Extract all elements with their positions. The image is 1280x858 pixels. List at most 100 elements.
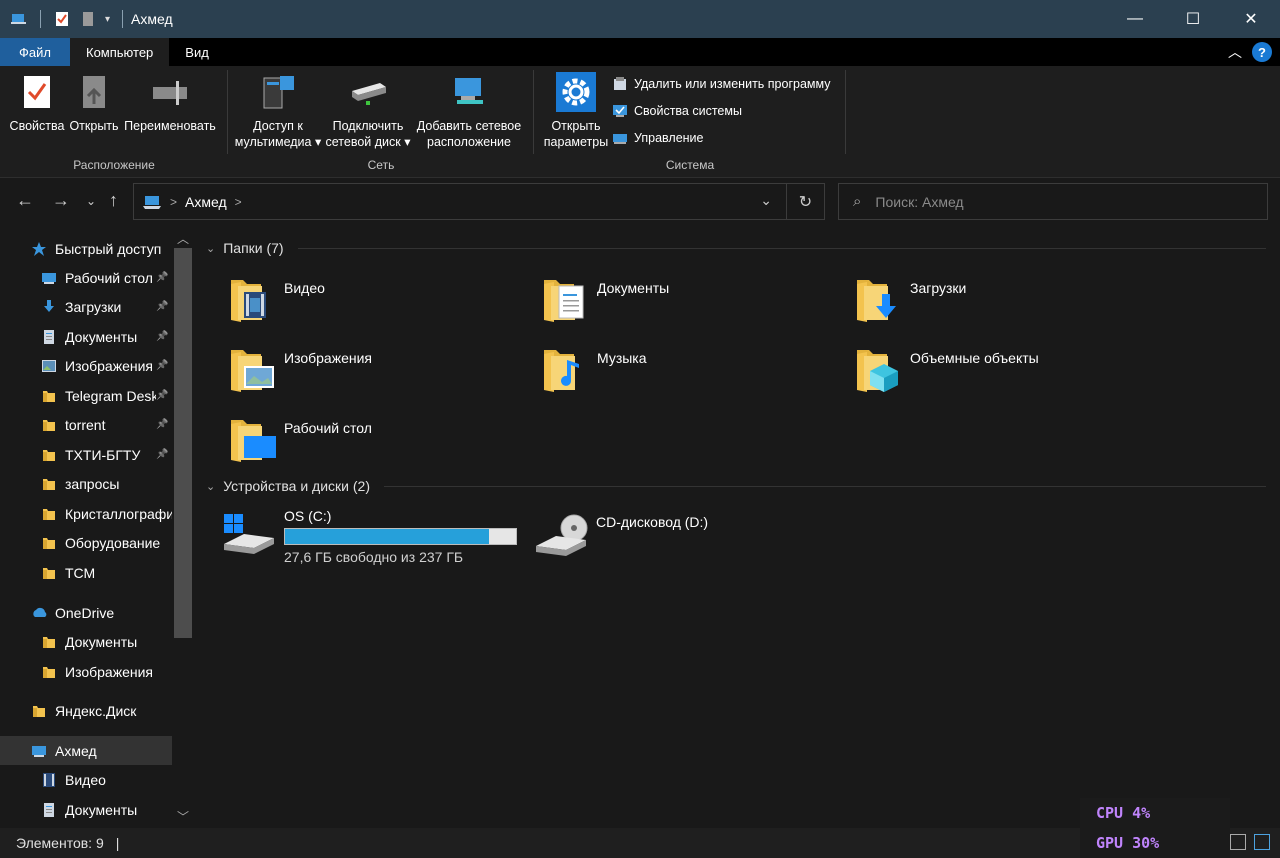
map-network-drive-button[interactable]: Подключить сетевой диск ▾	[324, 72, 412, 150]
minimize-button[interactable]: —	[1106, 0, 1164, 38]
uninstall-program-button[interactable]: Удалить или изменить программу	[612, 76, 831, 92]
add-network-location-button[interactable]: Добавить сетевое расположение	[412, 72, 526, 150]
back-arrow-icon[interactable]: ←	[16, 190, 34, 211]
folder-item[interactable]: Документы	[541, 272, 669, 324]
folder-icon	[41, 634, 57, 650]
sidebar-item[interactable]: Изображения 📌	[0, 351, 172, 380]
address-bar[interactable]: > Ахмед > ⌄ ↻	[133, 183, 825, 220]
sidebar-item[interactable]: Документы	[0, 627, 172, 656]
sidebar-item-label: Оборудование	[65, 534, 161, 551]
folder-item[interactable]: Объемные объекты	[854, 342, 1039, 394]
close-button[interactable]: ✕	[1222, 0, 1280, 38]
tab-file[interactable]: Файл	[0, 38, 70, 66]
folder-item[interactable]: Рабочий стол	[228, 412, 372, 464]
sidebar-item[interactable]: ТХТИ-БГТУ 📌	[0, 440, 172, 469]
scrollbar-thumb[interactable]	[174, 248, 192, 638]
ribbon: Свойства Открыть Переименовать Расположе…	[0, 66, 1280, 178]
drive-name: OS (C:)	[284, 508, 332, 524]
sidebar-item[interactable]: Быстрый доступ	[0, 234, 172, 263]
large-icons-view-icon[interactable]	[1254, 834, 1270, 850]
address-dropdown-chevron-icon[interactable]: ⌄	[760, 192, 772, 209]
up-arrow-icon[interactable]: ↑	[109, 190, 118, 211]
sidebar-item[interactable]: Видео	[0, 765, 172, 794]
sidebar-item-label: Яндекс.Диск	[55, 702, 137, 719]
ribbon-group-system: Открыть параметры Удалить или изменить п…	[534, 66, 846, 178]
pictures-folder-icon	[231, 350, 274, 392]
folder-item[interactable]: Музыка	[541, 342, 647, 394]
folders-group-header[interactable]: ⌄ Папки (7)	[206, 240, 1266, 256]
sidebar-item[interactable]: Изображения	[0, 657, 172, 686]
recent-locations-chevron-icon[interactable]: ⌄	[86, 194, 96, 208]
collapse-chevron-icon[interactable]: ⌄	[206, 480, 215, 493]
sidebar-item-label: ТХТИ-БГТУ	[65, 446, 141, 463]
sidebar-item[interactable]: Кристаллография	[0, 499, 172, 528]
sidebar-item[interactable]: Telegram Desktop📌	[0, 381, 172, 410]
rename-button[interactable]: Переименовать	[122, 72, 218, 134]
drive-usage-fill	[285, 529, 490, 544]
drive-c[interactable]: OS (C:) 27,6 ГБ свободно из 237 ГБ	[222, 508, 517, 565]
sidebar-item-label: ТСМ	[65, 564, 96, 581]
collapse-ribbon-chevron-icon[interactable]: ︿	[1228, 42, 1242, 62]
open-button[interactable]: Открыть	[66, 72, 122, 134]
open-settings-button[interactable]: Открыть параметры	[538, 72, 614, 150]
folder-item[interactable]: Загрузки	[854, 272, 966, 324]
sidebar-item-label: Telegram Desktop	[65, 387, 156, 404]
sidebar-item[interactable]: torrent 📌	[0, 410, 172, 439]
search-box[interactable]: ⌕	[838, 183, 1268, 220]
drives-group-header[interactable]: ⌄ Устройства и диски (2)	[206, 478, 1266, 494]
refresh-icon[interactable]: ↻	[786, 184, 824, 219]
pin-icon: 📌	[156, 360, 169, 371]
folder-name: Объемные объекты	[910, 350, 1039, 366]
tab-computer[interactable]: Компьютер	[70, 38, 170, 66]
properties-button[interactable]: Свойства	[8, 72, 66, 134]
scroll-up-chevron-icon[interactable]: ︿	[172, 230, 194, 247]
sidebar-scrollbar[interactable]: ︿ ﹀	[172, 228, 194, 828]
breadcrumb-separator[interactable]: >	[170, 195, 177, 209]
3d-objects-folder-icon	[857, 350, 898, 392]
sidebar-item[interactable]: Документы	[0, 795, 172, 824]
sidebar-item-label: Изображения	[65, 663, 153, 680]
video-folder-icon	[231, 280, 266, 322]
sidebar-item[interactable]: Загрузки 📌	[0, 292, 172, 321]
rename-icon	[153, 81, 187, 105]
details-view-icon[interactable]	[1230, 834, 1246, 850]
drive-d[interactable]: CD-дисковод (D:)	[534, 512, 708, 562]
search-input[interactable]	[875, 193, 1236, 210]
sidebar-item[interactable]: Документы 📌	[0, 322, 172, 351]
sidebar-item[interactable]: запросы	[0, 469, 172, 498]
sidebar-item[interactable]: Яндекс.Диск	[0, 696, 172, 725]
media-access-button[interactable]: Доступ к мультимедиа ▾	[232, 72, 324, 150]
properties-icon[interactable]	[53, 10, 71, 28]
folder-item[interactable]: Изображения	[228, 342, 372, 394]
system-properties-button[interactable]: Свойства системы	[612, 103, 742, 119]
ribbon-tabs: Файл Компьютер Вид ︿ ?	[0, 38, 1280, 66]
folder-item[interactable]: Видео	[228, 272, 325, 324]
ribbon-group-location: Свойства Открыть Переименовать Расположе…	[0, 66, 228, 178]
tab-view[interactable]: Вид	[169, 38, 225, 66]
downloads-folder-icon	[857, 280, 896, 322]
breadcrumb[interactable]: Ахмед	[185, 194, 227, 210]
ribbon-group-network: Доступ к мультимедиа ▾ Подключить сетево…	[228, 66, 534, 178]
collapse-chevron-icon[interactable]: ⌄	[206, 242, 215, 255]
customize-toolbar-chevron-icon[interactable]: ▾	[105, 14, 110, 25]
new-folder-icon[interactable]	[79, 10, 97, 28]
sidebar-item[interactable]: Оборудование	[0, 528, 172, 557]
properties-icon	[24, 76, 50, 108]
breadcrumb-separator[interactable]: >	[235, 195, 242, 209]
sidebar-item[interactable]: Ахмед	[0, 736, 172, 765]
help-icon[interactable]: ?	[1252, 42, 1272, 62]
sidebar-item-label: Изображения	[65, 357, 153, 374]
drive-usage-bar	[284, 528, 517, 545]
scroll-down-chevron-icon[interactable]: ﹀	[172, 808, 194, 825]
folder-name: Музыка	[597, 350, 647, 366]
sidebar-item[interactable]: Рабочий стол 📌	[0, 263, 172, 292]
pin-icon: 📌	[156, 390, 169, 401]
sidebar-item[interactable]: ТСМ	[0, 558, 172, 587]
pin-icon: 📌	[156, 331, 169, 342]
sidebar-item[interactable]: OneDrive	[0, 598, 172, 627]
video-icon	[41, 772, 57, 788]
forward-arrow-icon[interactable]: →	[52, 190, 70, 211]
music-folder-icon	[544, 350, 579, 392]
maximize-button[interactable]: ☐	[1164, 0, 1222, 38]
manage-button[interactable]: Управление	[612, 130, 704, 146]
